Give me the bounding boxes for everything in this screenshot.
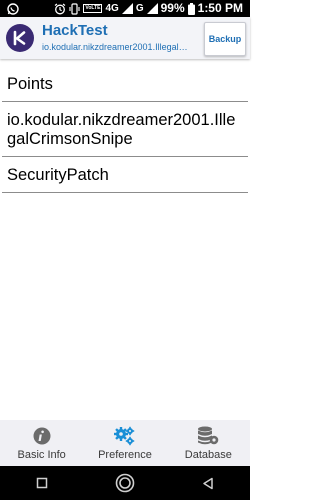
battery-icon — [187, 2, 195, 15]
nav-label-database: Database — [184, 449, 232, 461]
nav-label-preference: Preference — [98, 449, 152, 461]
list-item-points[interactable]: Points — [2, 66, 248, 102]
nav-label-basic-info: Basic Info — [17, 449, 66, 461]
app-logo — [6, 24, 34, 52]
list-item-package-name[interactable]: io.kodular.nikzdreamer2001.IllegalCrimso… — [2, 102, 248, 157]
app-subtitle: io.kodular.nikzdreamer2001.IllegalCri... — [42, 42, 192, 52]
app-bar: HackTest io.kodular.nikzdreamer2001.Ille… — [0, 17, 250, 59]
gears-icon — [113, 426, 137, 446]
app-title: HackTest — [42, 22, 108, 39]
nav-database[interactable]: Database — [167, 420, 250, 466]
nav-basic-info[interactable]: Basic Info — [0, 420, 83, 466]
backup-button[interactable]: Backup — [204, 22, 246, 56]
network-g-label: G — [135, 3, 144, 14]
back-icon — [203, 477, 214, 489]
nav-preference[interactable]: Preference — [83, 420, 166, 466]
recents-icon — [36, 477, 47, 489]
home-icon — [115, 473, 135, 493]
system-navigation-bar — [0, 466, 250, 500]
recents-button[interactable] — [22, 466, 62, 500]
signal-icon-2 — [146, 3, 158, 14]
status-bar-notifications — [7, 0, 19, 17]
volte-badge: VoLTE — [83, 4, 103, 13]
alarm-icon — [54, 3, 66, 15]
network-4g-label: 4G — [105, 3, 119, 14]
info-icon — [33, 426, 51, 446]
bottom-navigation: Basic Info Preference Database — [0, 420, 250, 466]
list-item-security-patch[interactable]: SecurityPatch — [2, 157, 248, 193]
database-icon — [197, 426, 219, 446]
vibrate-icon — [69, 2, 80, 15]
status-time: 1:50 PM — [197, 1, 243, 15]
whatsapp-icon — [7, 2, 19, 15]
back-button[interactable] — [188, 466, 228, 500]
home-button[interactable] — [105, 466, 145, 500]
battery-percent: 99% — [160, 1, 185, 15]
signal-icon — [121, 3, 133, 14]
status-bar: VoLTE 4G G 99% 1:50 PM — [0, 0, 250, 17]
status-bar-system: VoLTE 4G G 99% 1:50 PM — [54, 0, 243, 17]
preference-list: Points io.kodular.nikzdreamer2001.Illega… — [2, 66, 248, 193]
kodular-k-icon — [13, 30, 26, 46]
